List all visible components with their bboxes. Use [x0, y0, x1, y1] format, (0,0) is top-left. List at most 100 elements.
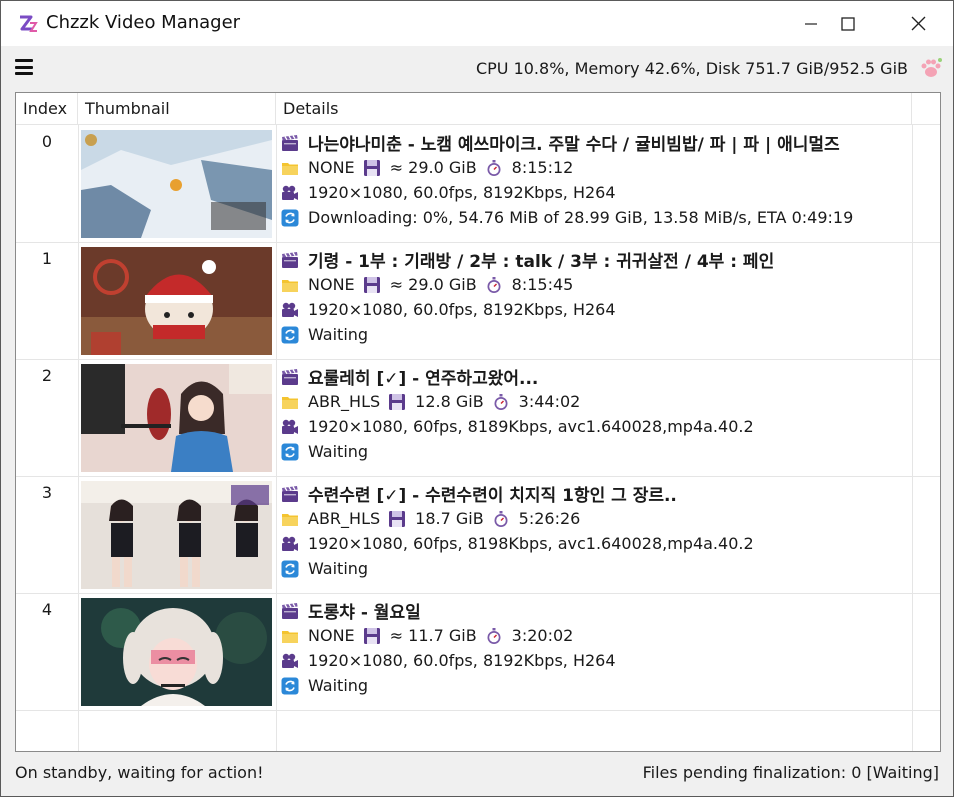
- meta-line: NONE ≈ 29.0 GiB 8:15:45: [281, 272, 921, 297]
- status-text: Waiting: [308, 325, 369, 344]
- video-specs: 1920×1080, 60.0fps, 8192Kbps, H264: [308, 183, 616, 202]
- app-window: Chzzk Video Manager CPU 10.8%, Memory 42…: [0, 0, 954, 797]
- video-specs: 1920×1080, 60.0fps, 8192Kbps, H264: [308, 651, 616, 670]
- format-label: ABR_HLS: [308, 509, 381, 528]
- table-row[interactable]: 0 나는야나미춘 - 노캠 예쓰마이크. 주말 수다 / 귤비빔밥/ 파 | 파…: [16, 126, 940, 243]
- status-text: Waiting: [308, 559, 369, 578]
- floppy-disk-icon: [363, 159, 380, 176]
- row-details: 나는야나미춘 - 노캠 예쓰마이크. 주말 수다 / 귤비빔밥/ 파 | 파 |…: [281, 130, 921, 230]
- table-row[interactable]: 3 수련수련 [✓] - 수련수련이 치지직 1항인 그 장르.. ABR_HL…: [16, 477, 940, 594]
- close-button[interactable]: [883, 1, 954, 46]
- file-size: ≈ 29.0 GiB: [389, 275, 477, 294]
- title-line: 기령 - 1부 : 기래방 / 2부 : talk / 3부 : 귀귀살전 / …: [281, 247, 921, 272]
- file-size: ≈ 29.0 GiB: [389, 158, 477, 177]
- status-text: Waiting: [308, 676, 369, 695]
- system-info: CPU 10.8%, Memory 42.6%, Disk 751.7 GiB/…: [475, 59, 908, 78]
- clapperboard-icon: [282, 134, 298, 151]
- video-camera-icon: [282, 302, 298, 317]
- status-line: Waiting: [281, 322, 921, 347]
- format-label: ABR_HLS: [308, 392, 381, 411]
- video-info-line: 1920×1080, 60fps, 8189Kbps, avc1.640028,…: [281, 414, 921, 439]
- paw-icon[interactable]: [919, 56, 943, 80]
- title-line: 수련수련 [✓] - 수련수련이 치지직 1항인 그 장르..: [281, 481, 921, 506]
- toolbar: CPU 10.8%, Memory 42.6%, Disk 751.7 GiB/…: [1, 46, 953, 90]
- status-text: Downloading: 0%, 54.76 MiB of 28.99 GiB,…: [308, 208, 854, 227]
- status-line: Waiting: [281, 439, 921, 464]
- video-specs: 1920×1080, 60fps, 8198Kbps, avc1.640028,…: [308, 534, 754, 553]
- row-details: 도롱챠 - 월요일 NONE ≈ 11.7 GiB 3:20:02 1920×1…: [281, 598, 921, 698]
- stopwatch-icon: [494, 510, 508, 527]
- file-size: ≈ 11.7 GiB: [389, 626, 477, 645]
- duration: 3:20:02: [511, 626, 574, 645]
- video-title: 나는야나미춘 - 노캠 예쓰마이크. 주말 수다 / 귤비빔밥/ 파 | 파 |…: [308, 135, 840, 155]
- row-index: 2: [41, 366, 53, 385]
- floppy-disk-icon: [389, 393, 406, 410]
- floppy-disk-icon: [363, 627, 380, 644]
- floppy-disk-icon: [363, 276, 380, 293]
- status-message: On standby, waiting for action!: [15, 763, 264, 782]
- video-specs: 1920×1080, 60fps, 8189Kbps, avc1.640028,…: [308, 417, 754, 436]
- column-header-thumbnail[interactable]: Thumbnail: [78, 93, 276, 125]
- stopwatch-icon: [487, 276, 501, 293]
- row-details: 기령 - 1부 : 기래방 / 2부 : talk / 3부 : 귀귀살전 / …: [281, 247, 921, 347]
- stopwatch-icon: [487, 159, 501, 176]
- folder-icon: [282, 396, 298, 409]
- duration: 5:26:26: [518, 509, 581, 528]
- close-icon: [911, 16, 926, 31]
- video-camera-icon: [282, 653, 298, 668]
- table-row[interactable]: 2 요룰레히 [✓] - 연주하고왔어... ABR_HLS 12.8 GiB …: [16, 360, 940, 477]
- app-logo-icon: [20, 15, 38, 32]
- video-title: 기령 - 1부 : 기래방 / 2부 : talk / 3부 : 귀귀살전 / …: [308, 252, 775, 272]
- meta-line: NONE ≈ 29.0 GiB 8:15:12: [281, 155, 921, 180]
- clapperboard-icon: [282, 485, 298, 502]
- video-info-line: 1920×1080, 60.0fps, 8192Kbps, H264: [281, 648, 921, 673]
- file-size: 12.8 GiB: [415, 392, 484, 411]
- video-specs: 1920×1080, 60.0fps, 8192Kbps, H264: [308, 300, 616, 319]
- maximize-icon: [840, 16, 855, 31]
- floppy-disk-icon: [389, 510, 406, 527]
- table-row[interactable]: 4 도롱챠 - 월요일 NONE ≈ 11.7 GiB 3:20:02 1920…: [16, 594, 940, 711]
- stopwatch-icon: [494, 393, 508, 410]
- row-index: 1: [41, 249, 53, 268]
- status-text: Waiting: [308, 442, 369, 461]
- column-header-index[interactable]: Index: [16, 93, 78, 125]
- title-bar[interactable]: Chzzk Video Manager: [1, 1, 953, 46]
- refresh-icon: [281, 209, 299, 226]
- clapperboard-icon: [282, 368, 298, 385]
- folder-icon: [282, 279, 298, 292]
- status-line: Waiting: [281, 556, 921, 581]
- duration: 8:15:12: [511, 158, 574, 177]
- hamburger-menu-icon[interactable]: [15, 59, 33, 75]
- pending-files-status: Files pending finalization: 0 [Waiting]: [642, 763, 939, 782]
- video-info-line: 1920×1080, 60fps, 8198Kbps, avc1.640028,…: [281, 531, 921, 556]
- table-header: Index Thumbnail Details: [16, 93, 940, 125]
- video-table[interactable]: Index Thumbnail Details 0 나는야나미춘 - 노캠 예쓰…: [15, 92, 941, 752]
- video-camera-icon: [282, 419, 298, 434]
- video-camera-icon: [282, 536, 298, 551]
- folder-icon: [282, 162, 298, 175]
- video-thumbnail: [81, 247, 272, 355]
- column-header-details[interactable]: Details: [276, 93, 912, 125]
- format-label: NONE: [308, 275, 355, 294]
- video-thumbnail: [81, 481, 272, 589]
- clapperboard-icon: [282, 251, 298, 268]
- window-title: Chzzk Video Manager: [46, 12, 241, 33]
- meta-line: ABR_HLS 18.7 GiB 5:26:26: [281, 506, 921, 531]
- folder-icon: [282, 630, 298, 643]
- format-label: NONE: [308, 626, 355, 645]
- video-title: 요룰레히 [✓] - 연주하고왔어...: [308, 369, 539, 389]
- duration: 8:15:45: [511, 275, 574, 294]
- video-camera-icon: [282, 185, 298, 200]
- video-thumbnail: [81, 364, 272, 472]
- format-label: NONE: [308, 158, 355, 177]
- folder-icon: [282, 513, 298, 526]
- title-line: 도롱챠 - 월요일: [281, 598, 921, 623]
- stopwatch-icon: [487, 627, 501, 644]
- file-size: 18.7 GiB: [415, 509, 484, 528]
- maximize-button[interactable]: [812, 1, 883, 46]
- video-title: 수련수련 [✓] - 수련수련이 치지직 1항인 그 장르..: [308, 486, 677, 506]
- table-row[interactable]: 1 기령 - 1부 : 기래방 / 2부 : talk / 3부 : 귀귀살전 …: [16, 243, 940, 360]
- status-line: Downloading: 0%, 54.76 MiB of 28.99 GiB,…: [281, 205, 921, 230]
- row-index: 0: [41, 132, 53, 151]
- video-info-line: 1920×1080, 60.0fps, 8192Kbps, H264: [281, 180, 921, 205]
